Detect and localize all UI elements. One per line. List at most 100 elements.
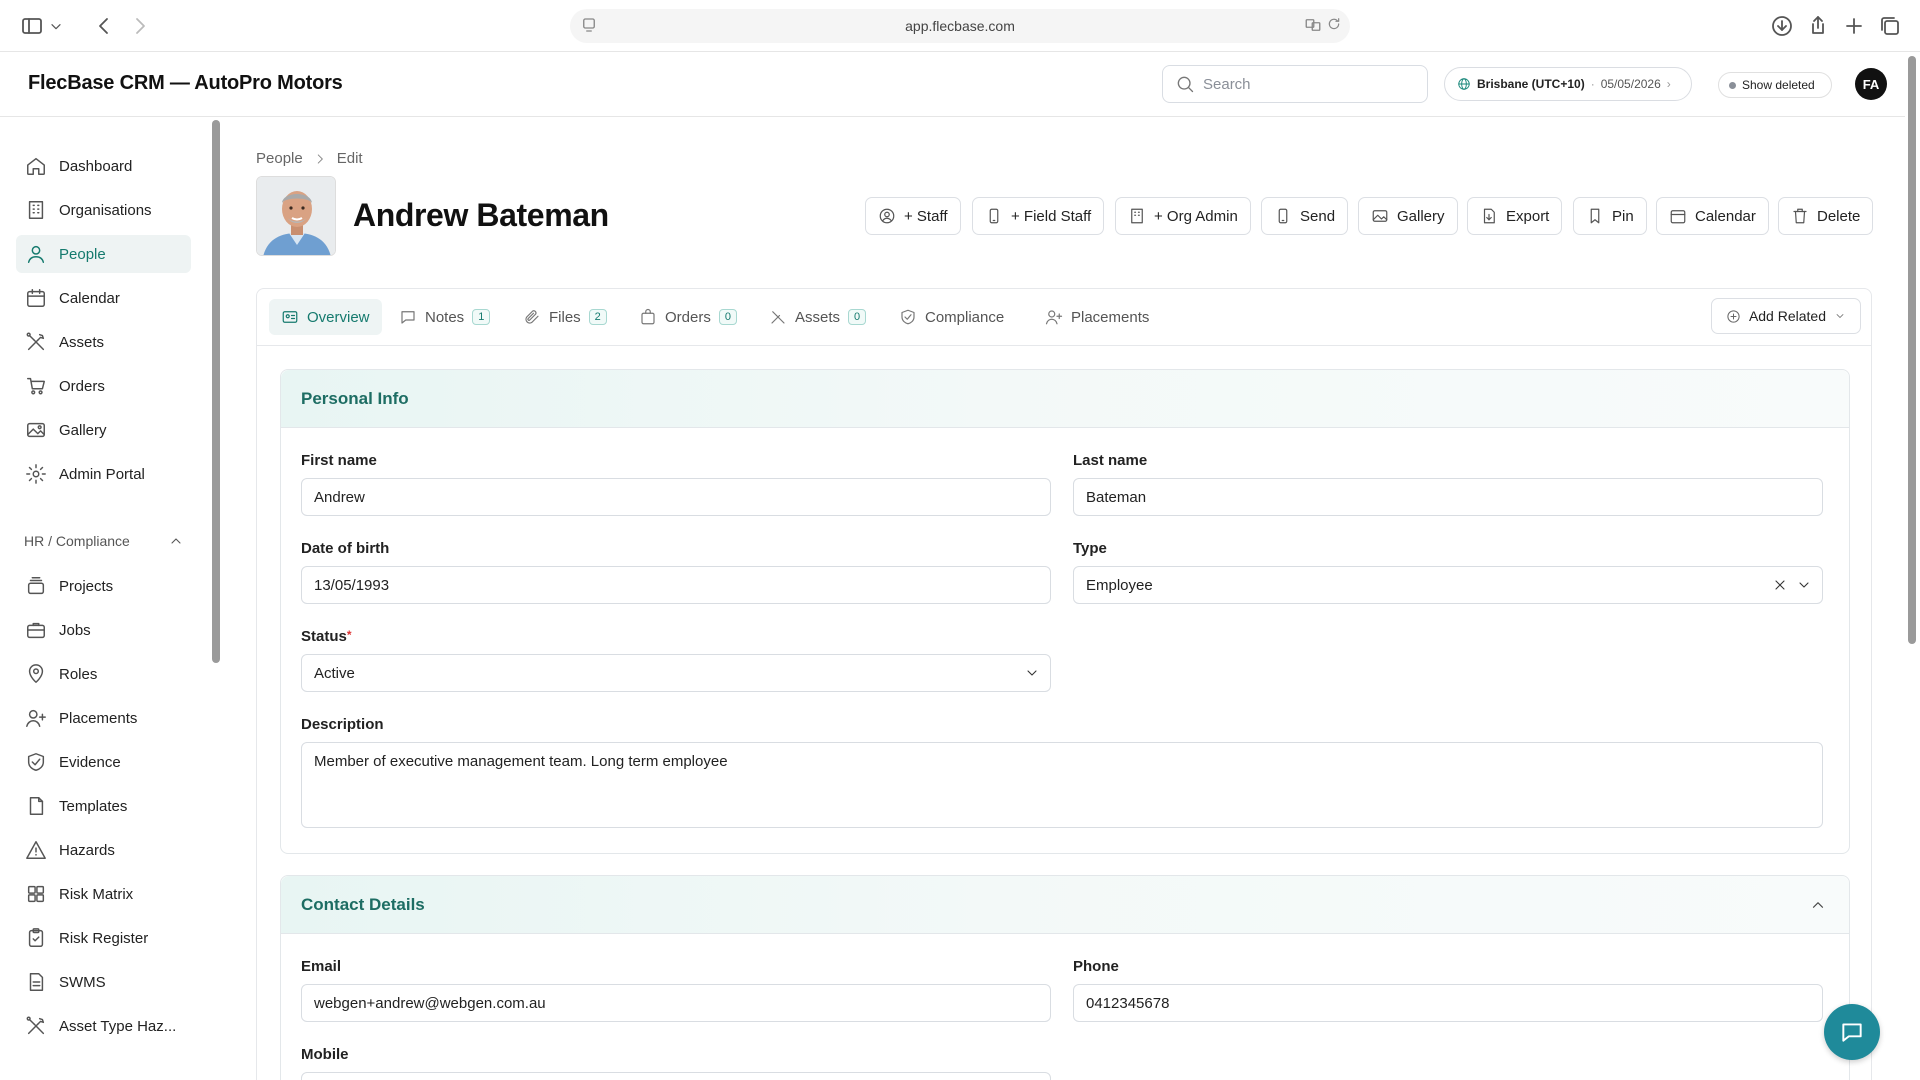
chevron-down-icon[interactable] — [1796, 577, 1812, 593]
translate-icon[interactable] — [1304, 16, 1322, 34]
send-button[interactable]: Send — [1261, 197, 1349, 235]
last-name-field[interactable]: Bateman — [1073, 478, 1823, 516]
sidebar-item-label: Asset Type Haz... — [59, 1017, 177, 1035]
user-plus-icon — [25, 707, 47, 729]
timezone-selector[interactable]: Brisbane (UTC+10) · 05/05/2026 › — [1444, 67, 1692, 101]
add-related-button[interactable]: Add Related — [1710, 298, 1861, 334]
stack-icon — [25, 575, 47, 597]
sidebar-item-hazards[interactable]: Hazards — [16, 831, 191, 869]
tab-compliance[interactable]: Compliance — [887, 299, 1016, 335]
sidebar-item-label: Evidence — [59, 753, 121, 771]
show-deleted-toggle[interactable]: Show deleted — [1718, 72, 1832, 98]
sidebar-item-admin-portal[interactable]: Admin Portal — [16, 455, 191, 493]
chevron-down-icon[interactable] — [48, 14, 64, 38]
mobile-field[interactable] — [301, 1072, 1051, 1080]
tab-bar: Overview Notes 1 Files 2 Orders 0 Assets… — [257, 289, 1871, 346]
add-org-admin-button[interactable]: + Org Admin — [1115, 197, 1251, 235]
sidebar-item-roles[interactable]: Roles — [16, 655, 191, 693]
tab-label: Placements — [1071, 308, 1150, 326]
last-name-label: Last name — [1073, 452, 1148, 469]
profile-photo[interactable] — [256, 176, 336, 256]
add-field-staff-button[interactable]: + Field Staff — [972, 197, 1105, 235]
email-field[interactable]: webgen+andrew@webgen.com.au — [301, 984, 1051, 1022]
sidebar-item-asset-type-hazards[interactable]: Asset Type Haz... — [16, 1007, 191, 1045]
sidebar-scrollbar[interactable] — [212, 120, 220, 663]
tab-count-badge: 1 — [472, 309, 491, 325]
reload-icon[interactable] — [1326, 16, 1342, 32]
sidebar-group-hr-compliance[interactable]: HR / Compliance — [24, 533, 184, 549]
bookmark-icon — [1586, 207, 1604, 225]
sidebar-item-jobs[interactable]: Jobs — [16, 611, 191, 649]
add-staff-button[interactable]: + Staff — [865, 197, 961, 235]
new-tab-icon[interactable] — [1842, 14, 1866, 38]
tab-notes[interactable]: Notes 1 — [387, 299, 502, 335]
home-icon — [25, 155, 47, 177]
pin-button[interactable]: Pin — [1573, 197, 1647, 235]
sidebar-item-gallery[interactable]: Gallery — [16, 411, 191, 449]
sidebar-item-placements[interactable]: Placements — [16, 699, 191, 737]
export-button[interactable]: Export — [1467, 197, 1563, 235]
sidebar-item-risk-register[interactable]: Risk Register — [16, 919, 191, 957]
personal-info-section: Personal Info First name Andrew Last nam… — [280, 369, 1850, 854]
document-icon — [25, 971, 47, 993]
required-marker: * — [346, 628, 352, 642]
mobile-label: Mobile — [301, 1046, 349, 1063]
tools-icon — [769, 308, 787, 326]
tabs-overview-icon[interactable] — [1878, 14, 1902, 38]
sidebar-item-swms[interactable]: SWMS — [16, 963, 191, 1001]
page-scrollbar[interactable] — [1908, 56, 1916, 644]
sidebar-item-organisations[interactable]: Organisations — [16, 191, 191, 229]
sidebar-item-assets[interactable]: Assets — [16, 323, 191, 361]
id-card-icon — [281, 308, 299, 326]
first-name-field[interactable]: Andrew — [301, 478, 1051, 516]
delete-button[interactable]: Delete — [1778, 197, 1874, 235]
address-bar[interactable]: app.flecbase.com — [570, 9, 1350, 43]
phone-field[interactable]: 0412345678 — [1073, 984, 1823, 1022]
chevron-up-icon[interactable] — [1809, 896, 1827, 914]
sidebar-item-templates[interactable]: Templates — [16, 787, 191, 825]
search-input[interactable]: Search — [1162, 65, 1428, 103]
tab-overview[interactable]: Overview — [269, 299, 382, 335]
description-textarea[interactable]: Member of executive management team. Lon… — [301, 742, 1823, 828]
gear-icon — [25, 463, 47, 485]
clipboard-icon — [25, 927, 47, 949]
button-label: Send — [1300, 207, 1336, 225]
sidebar-item-projects[interactable]: Projects — [16, 567, 191, 605]
sidebar-toggle-icon[interactable] — [20, 14, 44, 38]
tab-placements[interactable]: Placements — [1033, 299, 1161, 335]
sidebar-item-risk-matrix[interactable]: Risk Matrix — [16, 875, 191, 913]
download-icon[interactable] — [1770, 14, 1794, 38]
type-label: Type — [1073, 540, 1107, 557]
sidebar-item-label: Calendar — [59, 289, 120, 307]
breadcrumb-people-link[interactable]: People — [256, 150, 303, 167]
sidebar-item-evidence[interactable]: Evidence — [16, 743, 191, 781]
back-icon[interactable] — [92, 14, 116, 38]
section-header[interactable]: Contact Details — [281, 876, 1849, 934]
chevron-down-icon — [1834, 310, 1846, 322]
status-select[interactable]: Active — [301, 654, 1051, 692]
type-select[interactable]: Employee — [1073, 566, 1823, 604]
gallery-button[interactable]: Gallery — [1358, 197, 1458, 235]
avatar[interactable]: FA — [1855, 68, 1887, 100]
url-text: app.flecbase.com — [905, 18, 1015, 34]
tab-files[interactable]: Files 2 — [511, 299, 619, 335]
section-title: Personal Info — [301, 389, 409, 408]
dob-field[interactable]: 13/05/1993 — [301, 566, 1051, 604]
button-label: Delete — [1817, 207, 1861, 225]
tab-orders[interactable]: Orders 0 — [627, 299, 749, 335]
mobile-icon — [985, 207, 1003, 225]
button-label: Pin — [1612, 207, 1634, 225]
calendar-button[interactable]: Calendar — [1656, 197, 1769, 235]
section-header[interactable]: Personal Info — [281, 370, 1849, 428]
trash-icon — [1791, 207, 1809, 225]
sidebar-item-orders[interactable]: Orders — [16, 367, 191, 405]
clear-icon[interactable] — [1772, 577, 1788, 593]
forward-icon[interactable] — [128, 14, 152, 38]
share-icon[interactable] — [1806, 14, 1830, 38]
tab-assets[interactable]: Assets 0 — [757, 299, 878, 335]
sidebar-item-dashboard[interactable]: Dashboard — [16, 147, 191, 185]
sidebar-item-people[interactable]: People — [16, 235, 191, 273]
chat-button[interactable] — [1824, 1004, 1880, 1060]
chevron-down-icon[interactable] — [1024, 665, 1040, 681]
sidebar-item-calendar[interactable]: Calendar — [16, 279, 191, 317]
